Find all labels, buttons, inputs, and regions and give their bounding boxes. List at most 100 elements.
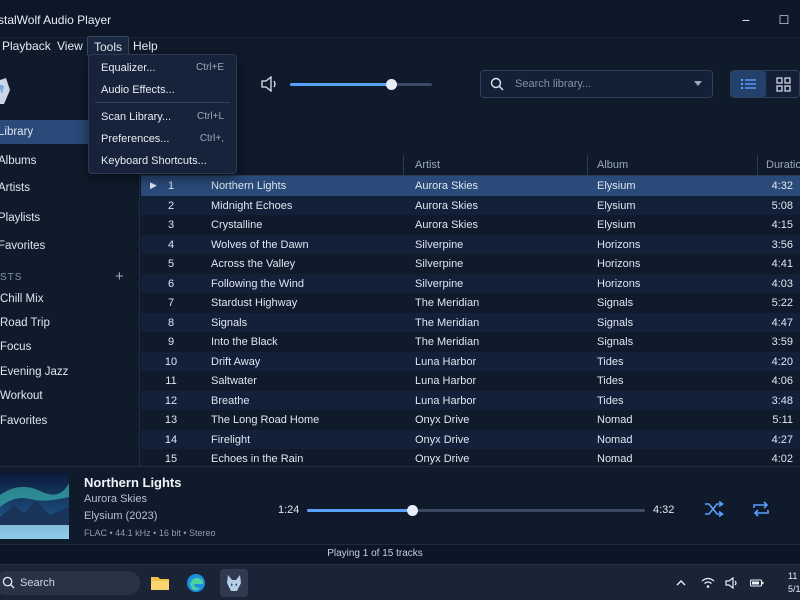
track-number: 14 <box>164 433 178 446</box>
taskbar: Search 11 5/1 <box>0 564 800 600</box>
track-artist: Luna Harbor <box>415 375 477 387</box>
track-artist: Luna Harbor <box>415 355 477 368</box>
menu-item-equalizer[interactable]: Equalizer... Ctrl+E <box>89 57 236 79</box>
table-row[interactable]: 5 Across the Valley Silverpine Horizons 4:41 <box>141 254 800 274</box>
sidebar-item-label: Albums <box>0 155 37 167</box>
playlist-item[interactable]: Evening Jazz <box>0 366 68 378</box>
table-row[interactable]: 9 Into the Black The Meridian Signals 3:59 <box>141 332 800 352</box>
menu-item-keyboard-shortcuts[interactable]: Keyboard Shortcuts... <box>89 150 236 172</box>
track-artist: Silverpine <box>415 258 464 270</box>
playlist-item[interactable]: Favorites <box>0 415 47 427</box>
table-row[interactable]: 6 Following the Wind Silverpine Horizons 4:0… <box>141 273 800 293</box>
sidebar-item-favorites[interactable]: Favorites <box>0 234 140 258</box>
track-title: Breathe <box>211 394 250 407</box>
playlist-item[interactable]: Focus <box>0 341 31 353</box>
browser-button[interactable] <box>182 569 210 597</box>
library-search[interactable]: Search library... <box>480 70 713 98</box>
grid-view-button[interactable] <box>766 71 800 97</box>
seek-bar[interactable] <box>307 505 645 516</box>
list-view-icon <box>741 79 756 89</box>
playlist-item[interactable]: Road Trip <box>0 317 50 329</box>
sidebar-item-playlists[interactable]: Playlists <box>0 206 140 230</box>
menu-view[interactable]: View <box>51 36 89 56</box>
system-clock[interactable]: 11 5/1 <box>788 570 800 596</box>
chevron-up-icon[interactable] <box>674 576 688 590</box>
taskbar-search[interactable]: Search <box>0 571 140 595</box>
track-artist: Onyx Drive <box>415 414 470 426</box>
volume-slider-thumb[interactable] <box>385 79 397 90</box>
menu-item-audio-effects[interactable]: Audio Effects... <box>89 79 236 101</box>
playlists-section-heading: STS <box>0 272 23 283</box>
file-explorer-button[interactable] <box>146 569 174 597</box>
seek-bar-thumb[interactable] <box>406 505 418 516</box>
column-divider <box>403 155 404 176</box>
track-album: Horizons <box>597 277 641 290</box>
tools-menu-dropdown: Equalizer... Ctrl+E Audio Effects... Sca… <box>88 54 237 174</box>
table-row[interactable]: 3 Crystalline Aurora Skies Elysium 4:15 <box>141 215 800 235</box>
shuffle-icon[interactable] <box>704 501 724 517</box>
column-divider <box>757 155 758 176</box>
volume-icon[interactable] <box>261 76 279 92</box>
table-row[interactable]: 11 Saltwater Luna Harbor Tides 4:06 <box>141 371 800 391</box>
column-header-artist[interactable]: Artist <box>415 159 440 171</box>
menu-item-label: Preferences... <box>101 133 170 145</box>
table-row[interactable]: 8 Signals The Meridian Signals 4:47 <box>141 312 800 332</box>
table-row[interactable]: 7 Stardust Highway The Meridian Signals 5:22 <box>141 293 800 313</box>
list-view-button[interactable] <box>731 71 766 97</box>
minimize-button[interactable]: − <box>734 9 758 31</box>
track-title: Following the Wind <box>211 277 304 290</box>
table-row[interactable]: 14 Firelight Onyx Drive Nomad 4:27 <box>141 429 800 449</box>
maximize-button[interactable]: ☐ <box>772 9 796 31</box>
table-row[interactable]: 4 Wolves of the Dawn Silverpine Horizons 3:5… <box>141 234 800 254</box>
wifi-icon[interactable] <box>701 576 715 590</box>
track-number: 3 <box>167 219 175 231</box>
menu-item-shortcut: Ctrl+E <box>195 62 224 73</box>
menu-item-shortcut: Ctrl+, <box>199 133 224 144</box>
menu-help[interactable]: Help <box>127 36 164 56</box>
table-row[interactable]: 2 Midnight Echoes Aurora Skies Elysium 5:08 <box>141 195 800 215</box>
menu-playback[interactable]: Playback <box>0 36 57 56</box>
track-album: Elysium <box>597 219 636 231</box>
seek-bar-fill <box>307 509 412 512</box>
table-row[interactable]: 10 Drift Away Luna Harbor Tides 4:20 <box>141 351 800 371</box>
table-row[interactable]: 13 The Long Road Home Onyx Drive Nomad 5:11 <box>141 410 800 430</box>
column-header-duration[interactable]: Duration <box>766 159 800 171</box>
menu-tools[interactable]: Tools <box>87 36 130 56</box>
playlist-item[interactable]: Workout <box>0 390 43 402</box>
menu-bar: Playback View Tools Help <box>0 34 800 56</box>
track-duration: 5:22 <box>771 297 793 309</box>
taskbar-search-placeholder: Search <box>20 577 55 589</box>
menu-item-scan-library[interactable]: Scan Library... Ctrl+L <box>89 106 236 128</box>
column-header-album[interactable]: Album <box>597 159 628 171</box>
window-title: ystalWolf Audio Player <box>0 13 112 27</box>
table-row[interactable]: 15 Echoes in the Rain Onyx Drive Nomad 4:02 <box>141 449 800 466</box>
track-number: 12 <box>164 394 178 407</box>
volume-slider-fill <box>290 83 391 86</box>
track-album: Elysium <box>597 180 636 192</box>
track-artist: The Meridian <box>415 316 480 329</box>
track-duration: 4:03 <box>771 277 793 290</box>
add-playlist-button[interactable]: + <box>115 268 124 285</box>
crystalwolf-app-button[interactable] <box>220 569 248 597</box>
track-album: Horizons <box>597 238 641 251</box>
browser-icon <box>187 574 205 592</box>
track-album: Horizons <box>597 258 641 270</box>
search-icon <box>2 576 15 589</box>
clock-date: 5/1 <box>788 584 800 594</box>
menu-separator <box>95 102 230 103</box>
battery-icon[interactable] <box>750 576 764 590</box>
table-row[interactable]: ▶ 1 Northern Lights Aurora Skies Elysium 4:32 <box>141 176 800 196</box>
speaker-icon[interactable] <box>725 576 739 590</box>
track-duration: 5:08 <box>771 199 793 212</box>
wolf-logo-icon <box>227 575 241 591</box>
track-title: Across the Valley <box>211 258 296 270</box>
volume-slider[interactable] <box>290 79 432 90</box>
chevron-down-icon[interactable] <box>694 81 702 87</box>
playlist-item[interactable]: Chill Mix <box>0 293 43 305</box>
table-row[interactable]: 12 Breathe Luna Harbor Tides 3:48 <box>141 390 800 410</box>
menu-item-preferences[interactable]: Preferences... Ctrl+, <box>89 128 236 150</box>
wolf-logo-icon <box>0 78 10 104</box>
repeat-icon[interactable] <box>751 501 771 517</box>
sidebar-item-artists[interactable]: Artists <box>0 176 140 200</box>
track-album: Nomad <box>597 414 633 426</box>
